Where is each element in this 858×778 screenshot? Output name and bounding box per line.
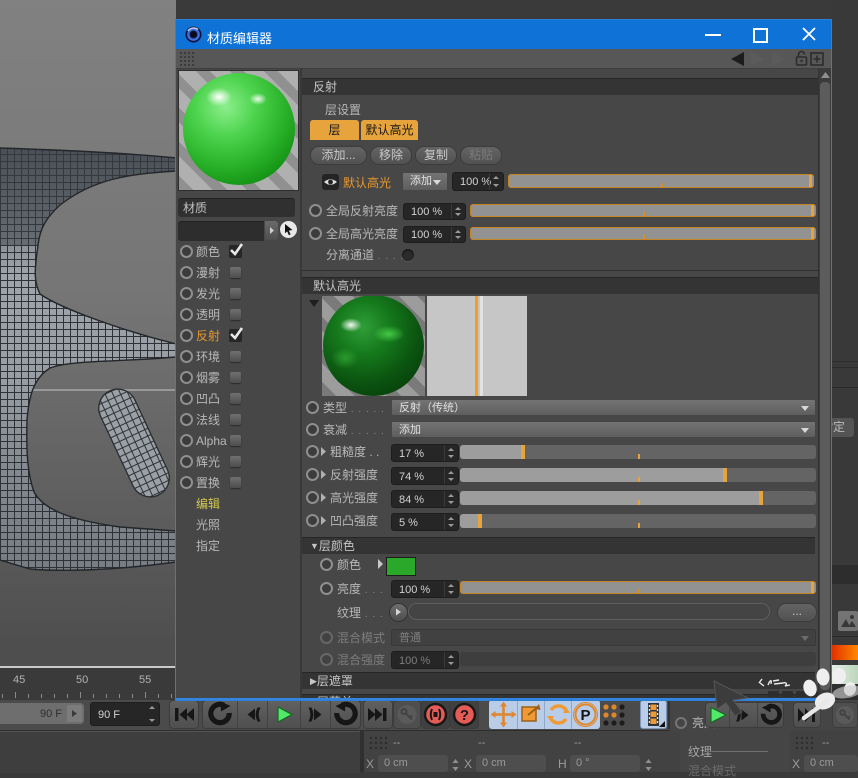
- svg-text:?: ?: [460, 707, 469, 724]
- svg-text:P: P: [580, 707, 590, 724]
